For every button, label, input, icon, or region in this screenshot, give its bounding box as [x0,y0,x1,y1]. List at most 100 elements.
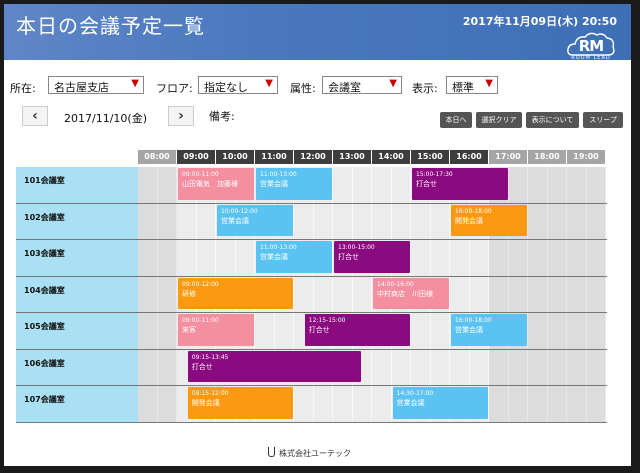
room-row-header[interactable]: 102会議室 [16,203,138,239]
meeting-title: 中村商店 川田様 [377,289,433,298]
display-label: 表示: [412,82,438,95]
meeting-block[interactable]: 09:00-11:00 来客 [178,314,254,346]
dropdown-arrow-icon: ▼ [265,78,273,89]
selected-date: 2017/11/10(金) [64,112,147,125]
floor-select[interactable]: 指定なし ▼ [198,76,278,94]
meeting-block[interactable]: 16:00-18:00 開発会議 [451,204,527,236]
attribute-select[interactable]: 会議室 ▼ [322,76,402,94]
room-row-header[interactable]: 103会議室 [16,240,138,276]
room-name: 107会議室 [24,395,65,404]
meeting-time: 09:15-13:45 [191,353,229,361]
row-divider [16,421,607,423]
meeting-time: 14:30-17:00 [396,390,434,397]
meeting-time: 15:00-17:30 [416,171,453,178]
attribute-value: 会議室 [328,81,361,94]
company-logo-icon [268,447,275,457]
room-name: 103会議室 [24,249,65,258]
meeting-time: 09:00-11:00 [182,171,219,178]
meeting-title: 打合せ [416,180,437,188]
room-row-header[interactable]: 105会議室 [16,313,138,349]
meeting-time: 09:15-12:00 [191,390,229,397]
hour-header: 14:00 [372,150,410,164]
floor-label: フロア: [156,82,193,95]
meeting-title: 営業会議 [396,399,425,407]
meeting-time: 09:00-11:00 [182,317,219,324]
meeting-time: 12:15-15:00 [308,317,346,324]
hour-header: 16:00 [450,150,488,164]
meeting-title: 来客 [182,326,196,334]
meeting-block[interactable]: 09:00-11:00 山田電気 加藤様 [178,168,254,200]
hour-header: 12:00 [294,150,332,164]
meeting-block[interactable]: 10:00-12:00 営業会議 [217,204,293,236]
sleep-button[interactable]: スリープ [583,112,623,128]
meeting-time: 10:00-12:00 [221,207,258,215]
display-select[interactable]: 標準 ▼ [446,76,498,94]
meeting-block[interactable]: 09:15-13:45 打合せ [187,350,362,382]
room-name: 105会議室 [24,322,65,331]
room-row-header[interactable]: 107会議室 [16,386,138,422]
room-name: 102会議室 [24,212,65,222]
room-row-header[interactable]: 106会議室 [16,349,138,385]
location-value: 名古屋支店 [54,81,109,94]
hour-header: 15:00 [411,150,449,164]
meeting-title: 営業会議 [455,326,483,334]
meeting-time: 13:00-15:00 [338,244,375,251]
next-day-button[interactable]: › [168,106,194,126]
clear-selection-button[interactable]: 選択クリア [476,112,522,128]
room-row-header[interactable]: 104会議室 [16,276,138,312]
room-lead-logo: RM ROOM LEAD [565,29,617,61]
meeting-time: 16:00-18:00 [455,207,492,215]
attribute-label: 属性: [290,82,316,95]
hour-header: 18:00 [528,150,566,164]
header-bar: 本日の会議予定一覧 2017年11月09日(木) 20:50 RM ROOM L… [4,4,631,61]
location-label: 所在: [10,82,36,95]
meeting-title: 開発会議 [191,399,220,407]
meeting-title: 営業会議 [260,253,288,261]
hour-header: 19:00 [567,150,605,164]
meeting-title: 開発会議 [455,216,483,225]
hour-header: 17:00 [489,150,527,164]
hour-header: 09:00 [177,150,215,164]
about-display-button[interactable]: 表示について [526,112,579,128]
meeting-block[interactable]: 15:00-17:30 打合せ [412,168,508,200]
floor-value: 指定なし [204,81,248,94]
prev-day-button[interactable]: ‹ [22,106,48,126]
meeting-time: 14:00-16:00 [377,280,414,288]
meeting-block[interactable]: 09:00-12:00 研修 [178,277,293,309]
meeting-time: 11:00-13:00 [260,171,297,178]
chevron-right-icon: › [178,108,184,124]
hour-header: 08:00 [138,150,176,164]
meeting-time: 11:00-13:00 [260,244,297,251]
note-label: 備考: [209,110,235,123]
location-select[interactable]: 名古屋支店 ▼ [48,76,144,94]
company-name: 株式会社ユーテック [279,449,351,458]
meeting-block[interactable]: 14:30-17:00 営業会議 [392,387,488,419]
room-name: 104会議室 [24,285,65,295]
today-button[interactable]: 本日へ [440,112,472,128]
meeting-time: 16:00-18:00 [455,317,492,324]
meeting-title: 打合せ [308,326,330,334]
meeting-block[interactable]: 09:15-12:00 開発会議 [187,387,293,419]
dropdown-arrow-icon: ▼ [485,78,493,89]
hour-header: 11:00 [255,150,293,164]
display-value: 標準 [452,81,474,94]
schedule-grid: 08:00 09:00 10:00 11:00 12:00 13:00 14:00 15:00… [16,150,607,423]
footer: 株式会社ユーテック [268,447,351,459]
meeting-block[interactable]: 12:15-15:00 打合せ [304,314,410,346]
meeting-block[interactable]: 13:00-15:00 打合せ [334,241,410,273]
dropdown-arrow-icon: ▼ [131,78,139,89]
room-row-header[interactable]: 101会議室 [16,167,138,203]
hour-header: 10:00 [216,150,254,164]
meeting-title: 山田電気 加藤様 [182,180,238,188]
meeting-block[interactable]: 11:00-13:00 営業会議 [256,168,332,200]
dropdown-arrow-icon: ▼ [389,78,397,89]
meeting-block[interactable]: 16:00-18:00 営業会議 [451,314,527,346]
logo-subtext: ROOM LEAD [571,55,611,61]
meeting-block[interactable]: 11:00-13:00 営業会議 [256,241,332,273]
meeting-time: 09:00-12:00 [182,280,219,288]
room-name: 101会議室 [24,176,65,185]
logo-text: RM [578,37,604,55]
current-datetime: 2017年11月09日(木) 20:50 [462,15,617,28]
meeting-title: 研修 [182,289,196,298]
meeting-block[interactable]: 14:00-16:00 中村商店 川田様 [373,277,449,309]
